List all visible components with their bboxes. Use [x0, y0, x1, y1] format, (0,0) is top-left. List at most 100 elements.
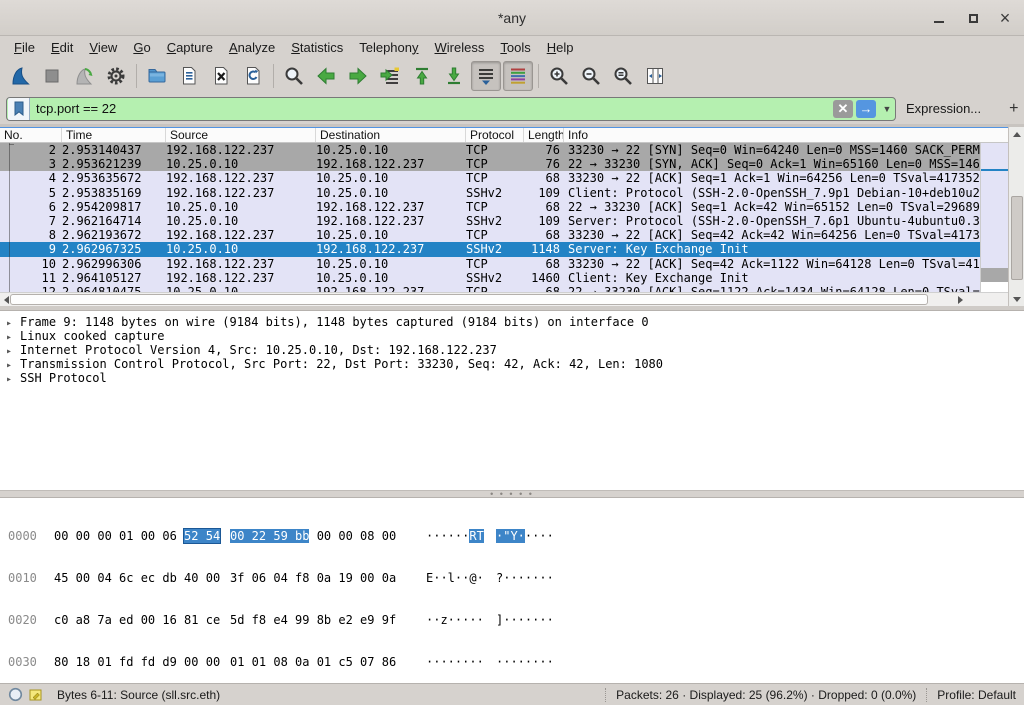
expand-arrow-icon[interactable]: ▸	[6, 317, 20, 329]
zoom-original-button[interactable]	[608, 61, 638, 91]
menu-analyze[interactable]: Analyze	[221, 38, 283, 57]
go-last-button[interactable]	[439, 61, 469, 91]
detail-ip[interactable]: ▸Internet Protocol Version 4, Src: 10.25…	[6, 343, 1024, 357]
filter-apply-button[interactable]: →	[856, 100, 876, 118]
reload-file-button[interactable]	[238, 61, 268, 91]
detail-tcp[interactable]: ▸Transmission Control Protocol, Src Port…	[6, 357, 1024, 371]
hex-row[interactable]: 000000 00 00 01 00 06 52 5400 22 59 bb 0…	[8, 529, 1024, 543]
auto-scroll-button[interactable]	[471, 61, 501, 91]
close-file-button[interactable]	[206, 61, 236, 91]
detail-linux-cooked[interactable]: ▸Linux cooked capture	[6, 329, 1024, 343]
scroll-down-button[interactable]	[1009, 292, 1024, 306]
menu-wireless[interactable]: Wireless	[427, 38, 493, 57]
expression-button[interactable]: Expression...	[906, 101, 981, 116]
column-header-length[interactable]: Length	[524, 128, 564, 142]
expand-arrow-icon[interactable]: ▸	[6, 359, 20, 371]
packet-row-9-selected[interactable]: 92.96296732510.25.0.10192.168.122.237SSH…	[0, 242, 1008, 256]
column-header-source[interactable]: Source	[166, 128, 316, 142]
expand-arrow-icon[interactable]: ▸	[6, 331, 20, 343]
filter-input[interactable]: tcp.port == 22	[30, 101, 833, 116]
hex-row[interactable]: 001045 00 04 6c ec db 40 003f 06 04 f8 0…	[8, 571, 1024, 585]
display-filter-field[interactable]: tcp.port == 22 ✕ → ▼	[6, 97, 896, 121]
go-forward-button[interactable]	[343, 61, 373, 91]
restart-capture-button[interactable]	[69, 61, 99, 91]
colorize-button[interactable]	[503, 61, 533, 91]
close-document-icon	[210, 65, 232, 87]
open-file-button[interactable]	[142, 61, 172, 91]
packet-row-10[interactable]: 102.962996306192.168.122.23710.25.0.10TC…	[0, 257, 1008, 271]
expert-info-icon	[8, 687, 23, 702]
hscrollbar-thumb[interactable]	[10, 294, 928, 305]
filter-bookmark-button[interactable]	[8, 98, 30, 120]
expert-info-button[interactable]	[8, 687, 23, 702]
menu-help[interactable]: Help	[539, 38, 582, 57]
menu-file[interactable]: File	[6, 38, 43, 57]
reload-document-icon	[242, 65, 264, 87]
packet-row-2[interactable]: 22.953140437192.168.122.23710.25.0.10TCP…	[0, 143, 1008, 157]
menu-statistics[interactable]: Statistics	[283, 38, 351, 57]
detail-frame[interactable]: ▸Frame 9: 1148 bytes on wire (9184 bits)…	[6, 315, 1024, 329]
hex-dump-pane[interactable]: 000000 00 00 01 00 06 52 5400 22 59 bb 0…	[0, 497, 1024, 683]
go-first-button[interactable]	[407, 61, 437, 91]
expand-arrow-icon[interactable]: ▸	[6, 345, 20, 357]
capture-comment-button[interactable]	[29, 688, 43, 702]
minimize-button[interactable]	[922, 0, 956, 36]
menu-capture[interactable]: Capture	[159, 38, 221, 57]
add-filter-button[interactable]: +	[1001, 100, 1024, 118]
filter-history-dropdown[interactable]: ▼	[879, 97, 895, 121]
pane-splitter[interactable]: • • • • •	[0, 490, 1024, 497]
column-header-info[interactable]: Info	[564, 128, 1008, 142]
packet-row-6[interactable]: 62.95420981710.25.0.10192.168.122.237TCP…	[0, 200, 1008, 214]
status-separator	[605, 688, 606, 702]
go-to-packet-button[interactable]	[375, 61, 405, 91]
zoom-original-icon	[612, 65, 634, 87]
intelligent-scrollbar-minimap[interactable]	[980, 143, 1008, 292]
goto-packet-icon	[379, 65, 401, 87]
packet-row-5[interactable]: 52.953835169192.168.122.23710.25.0.10SSH…	[0, 186, 1008, 200]
capture-options-button[interactable]	[101, 61, 131, 91]
save-file-button[interactable]	[174, 61, 204, 91]
menu-edit[interactable]: Edit	[43, 38, 81, 57]
hex-row[interactable]: 0020c0 a8 7a ed 00 16 81 ce5d f8 e4 99 8…	[8, 613, 1024, 627]
titlebar[interactable]: *any ×	[0, 0, 1024, 36]
packet-row-12[interactable]: 122.96481047510.25.0.10192.168.122.237TC…	[0, 285, 1008, 292]
resize-columns-button[interactable]	[640, 61, 670, 91]
column-header-time[interactable]: Time	[62, 128, 166, 142]
column-header-destination[interactable]: Destination	[316, 128, 466, 142]
hex-row[interactable]: 003080 18 01 fd fd d9 00 0001 01 08 0a 0…	[8, 655, 1024, 669]
menu-telephony[interactable]: Telephony	[351, 38, 426, 57]
menu-view[interactable]: View	[81, 38, 125, 57]
detail-ssh[interactable]: ▸SSH Protocol	[6, 371, 1024, 385]
menu-tools[interactable]: Tools	[492, 38, 538, 57]
packet-list-hscrollbar[interactable]	[0, 292, 1008, 306]
go-back-button[interactable]	[311, 61, 341, 91]
zoom-out-icon	[580, 65, 602, 87]
conversation-indicator-line	[9, 143, 10, 292]
column-header-protocol[interactable]: Protocol	[466, 128, 524, 142]
packet-list-header: No. Time Source Destination Protocol Len…	[0, 127, 1008, 143]
filter-clear-button[interactable]: ✕	[833, 100, 853, 118]
column-header-no[interactable]: No.	[0, 128, 62, 142]
stop-capture-button[interactable]	[37, 61, 67, 91]
menu-go[interactable]: Go	[125, 38, 158, 57]
packet-row-11[interactable]: 112.964105127192.168.122.23710.25.0.10SS…	[0, 271, 1008, 285]
status-profile[interactable]: Profile: Default	[937, 688, 1016, 702]
status-field-info: Bytes 6-11: Source (sll.src.eth)	[57, 688, 595, 702]
packet-row-8[interactable]: 82.962193672192.168.122.23710.25.0.10TCP…	[0, 228, 1008, 242]
packet-details-pane: ▸Frame 9: 1148 bytes on wire (9184 bits)…	[0, 310, 1024, 490]
maximize-button[interactable]	[956, 0, 990, 36]
close-button[interactable]: ×	[988, 0, 1022, 36]
expand-arrow-icon[interactable]: ▸	[6, 373, 20, 385]
vscrollbar-thumb[interactable]	[1011, 196, 1023, 280]
scroll-up-button[interactable]	[1009, 127, 1024, 141]
apply-arrow-icon: →	[860, 102, 873, 115]
packet-list-vscrollbar[interactable]	[1008, 127, 1024, 306]
zoom-in-button[interactable]	[544, 61, 574, 91]
start-capture-button[interactable]	[5, 61, 35, 91]
packet-row-3[interactable]: 32.95362123910.25.0.10192.168.122.237TCP…	[0, 157, 1008, 171]
zoom-out-button[interactable]	[576, 61, 606, 91]
packet-row-4[interactable]: 42.953635672192.168.122.23710.25.0.10TCP…	[0, 171, 1008, 185]
scroll-right-button[interactable]	[954, 293, 966, 307]
find-packet-button[interactable]	[279, 61, 309, 91]
packet-row-7[interactable]: 72.96216471410.25.0.10192.168.122.237SSH…	[0, 214, 1008, 228]
